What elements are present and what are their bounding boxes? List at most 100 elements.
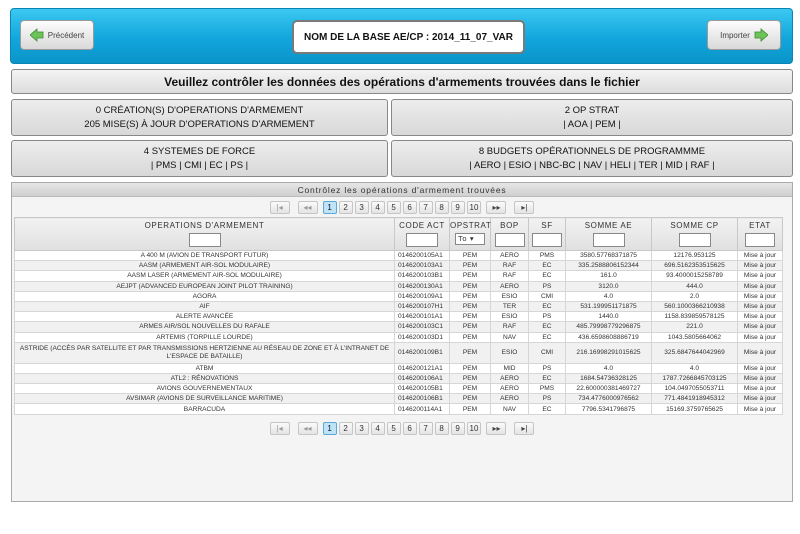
cell-operation-name: ARTEMIS (TORPILLE LOURDE) [14, 331, 395, 343]
pager-top-page-6[interactable]: 6 [402, 200, 417, 214]
pager-bottom-page-7[interactable]: 7 [418, 422, 433, 436]
cell-code-act: 0146200101A1 [394, 311, 450, 323]
cell-etat: Mise à jour [737, 372, 783, 385]
cell-sf: EC [528, 300, 566, 313]
table-row[interactable]: BARRACUDA 0146200114A1 PEM NAV EC 7796.534179… [14, 403, 783, 415]
cell-opstrat: PEM [449, 300, 491, 313]
pager-bottom-page-8[interactable]: 8 [434, 422, 449, 436]
cell-sf: PMS [528, 383, 566, 395]
somme-ae-filter-input[interactable] [592, 233, 625, 247]
table-row[interactable]: ASTRIDE (ACCÈS PAR SATELLITE ET PAR TRAN… [14, 341, 783, 364]
cell-somme-ae: 3580.57768371875 [565, 249, 652, 262]
pager-bottom-next-page-button[interactable]: ▸▸ [486, 422, 507, 436]
pager-bottom-page-4[interactable]: 4 [370, 422, 385, 436]
force-systems-list: | PMS | CMI | EC | PS | [150, 159, 249, 171]
page-title: NOM DE LA BASE AE/CP : 2014_11_07_VAR [292, 20, 525, 54]
pager-top-page-4[interactable]: 4 [370, 200, 385, 214]
table-row[interactable]: AGORA 0146200109A1 PEM ESIO CMI 4.0 2.0 Mise à … [14, 290, 783, 302]
cell-somme-ae: 4.0 [565, 290, 652, 302]
cell-operation-name: ARMES AIR/SOL NOUVELLES DU RAFALE [14, 321, 395, 333]
cell-sf: EC [528, 270, 566, 282]
pager-bottom-prev-page-button[interactable]: ◂◂ [297, 422, 318, 436]
cell-operation-name: ASTRIDE (ACCÈS PAR SATELLITE ET PAR TRAN… [14, 341, 395, 364]
table-row[interactable]: AASM LASER (ARMEMENT AIR-SOL MODULAIRE) 0… [14, 270, 783, 282]
pager-top-page-2[interactable]: 2 [338, 200, 353, 214]
cell-opstrat: PEM [449, 311, 491, 323]
cell-code-act: 0146200105A1 [394, 249, 450, 262]
pager-top-next-page-button[interactable]: ▸▸ [486, 200, 507, 214]
pager-top-page-8[interactable]: 8 [434, 200, 449, 214]
cell-opstrat: PEM [449, 249, 491, 262]
cell-opstrat: PEM [449, 280, 491, 292]
bop-filter-input[interactable] [494, 233, 525, 247]
pager-top-last-page-button[interactable]: ▸| [514, 200, 535, 214]
cell-etat: Mise à jour [737, 393, 783, 405]
pager-top-page-10[interactable]: 10 [466, 200, 482, 214]
previous-button[interactable]: Précédent [20, 20, 94, 50]
pager-bottom-page-2[interactable]: 2 [338, 422, 353, 436]
table-row[interactable]: ARTEMIS (TORPILLE LOURDE) 0146200103D1 PEM… [14, 331, 783, 343]
pager-bottom-page-6[interactable]: 6 [402, 422, 417, 436]
cell-somme-cp: 2.0 [651, 290, 738, 302]
pager-bottom-page-1[interactable]: 1 [322, 422, 337, 436]
table-row[interactable]: AVSIMAR (AVIONS DE SURVEILLANCE MARITIME… [14, 393, 783, 405]
cell-somme-cp: 325.6847644042969 [651, 341, 738, 364]
pager-bottom-last-page-button[interactable]: ▸| [514, 422, 535, 436]
arrow-right-icon [754, 28, 768, 42]
cell-etat: Mise à jour [737, 321, 783, 333]
cell-bop: AERO [490, 383, 529, 395]
table-row[interactable]: AVIONS GOUVERNEMENTAUX 0146200105B1 PEM AER… [14, 383, 783, 395]
cell-bop: MID [490, 362, 529, 374]
cell-code-act: 0146200109A1 [394, 290, 450, 302]
cell-etat: Mise à jour [737, 270, 783, 282]
cell-somme-ae: 335.2588806152344 [565, 260, 652, 272]
column-header-code-act: CODE ACT [394, 217, 450, 251]
table-row[interactable]: AIF 0146200107H1 PEM TER EC 531.199951171875 5… [14, 300, 783, 313]
pager-top-first-page-button[interactable]: |◂ [269, 200, 290, 214]
cell-code-act: 0146200107H1 [394, 300, 450, 313]
opstrat-filter-select[interactable]: To ▾ [455, 233, 485, 245]
pager-bottom-page-3[interactable]: 3 [354, 422, 369, 436]
opstrat-list: | AOA | PEM | [563, 118, 621, 130]
pager-top-prev-page-button[interactable]: ◂◂ [297, 200, 318, 214]
cell-opstrat: PEM [449, 383, 491, 395]
code-act-filter-input[interactable] [406, 233, 438, 247]
cell-sf: PS [528, 393, 566, 405]
cell-somme-cp: 1158.839859578125 [651, 311, 738, 323]
table-row[interactable]: ATL2 : RÉNOVATIONS 0146200106A1 PEM AERO EC 1… [14, 372, 783, 385]
pager-bottom-page-10[interactable]: 10 [466, 422, 482, 436]
cell-operation-name: AASM LASER (ARMEMENT AIR-SOL MODULAIRE) [14, 270, 395, 282]
previous-button-label: Précédent [47, 30, 85, 40]
pager-top-page-7[interactable]: 7 [418, 200, 433, 214]
creations-count: 0 CRÉATION(S) D'OPERATIONS D'ARMEMENT [95, 104, 304, 116]
sf-filter-input[interactable] [532, 233, 562, 247]
pager-bottom-page-9[interactable]: 9 [450, 422, 465, 436]
cell-operation-name: ALERTE AVANCÉE [14, 311, 395, 323]
table-row[interactable]: A 400 M (AVION DE TRANSPORT FUTUR) 014620… [14, 249, 783, 262]
operations-filter-input[interactable] [188, 233, 221, 247]
table-row[interactable]: ALERTE AVANCÉE 0146200101A1 PEM ESIO PS 1440.… [14, 311, 783, 323]
etat-filter-input[interactable] [745, 233, 775, 247]
column-header-etat: ETAT [737, 217, 783, 251]
cell-somme-cp: 1787.7266845703125 [651, 372, 738, 385]
table-row[interactable]: AEJPT (ADVANCED EUROPEAN JOINT PILOT TRA… [14, 280, 783, 292]
pager-top-page-9[interactable]: 9 [450, 200, 465, 214]
cell-opstrat: PEM [449, 321, 491, 333]
pager-bottom-page-5[interactable]: 5 [386, 422, 401, 436]
cell-somme-cp: 4.0 [651, 362, 738, 374]
cell-bop: AERO [490, 249, 529, 262]
cell-operation-name: ATL2 : RÉNOVATIONS [14, 372, 395, 385]
pager-top-page-1[interactable]: 1 [322, 200, 337, 214]
somme-cp-filter-input[interactable] [678, 233, 711, 247]
pager-top-page-5[interactable]: 5 [386, 200, 401, 214]
cell-opstrat: PEM [449, 362, 491, 374]
table-row[interactable]: AASM (ARMEMENT AIR-SOL MODULAIRE) 0146200… [14, 260, 783, 272]
pager-bottom-first-page-button[interactable]: |◂ [269, 422, 290, 436]
table-row[interactable]: ARMES AIR/SOL NOUVELLES DU RAFALE 0146200… [14, 321, 783, 333]
cell-somme-ae: 3120.0 [565, 280, 652, 292]
cell-etat: Mise à jour [737, 300, 783, 313]
table-row[interactable]: ATBM 0146200121A1 PEM MID PS 4.0 4.0 Mise à jou… [14, 362, 783, 374]
cell-sf: CMI [528, 290, 566, 302]
pager-top-page-3[interactable]: 3 [354, 200, 369, 214]
import-button[interactable]: Importer [707, 20, 781, 50]
